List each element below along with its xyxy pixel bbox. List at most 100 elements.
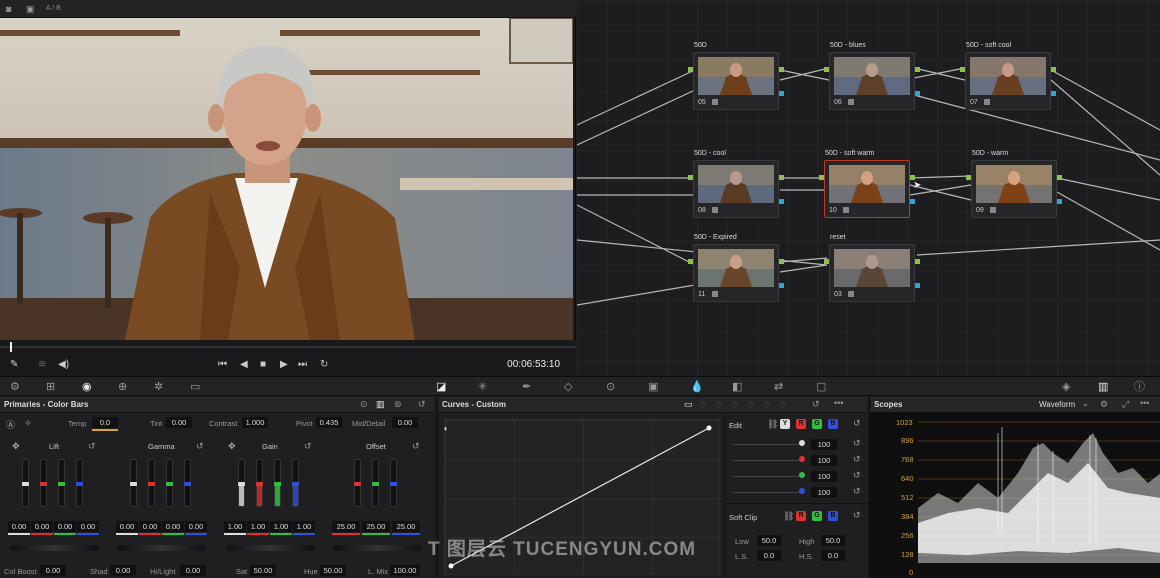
blur-icon[interactable]: 💧 bbox=[690, 380, 704, 394]
window-icon[interactable]: ◇ bbox=[564, 380, 572, 394]
gamma-red-slider[interactable] bbox=[148, 459, 155, 507]
r-intensity-field[interactable]: 100 bbox=[811, 455, 837, 466]
temp-field[interactable]: 0.0 bbox=[92, 417, 118, 428]
eyedropper-icon[interactable]: ✎ bbox=[10, 354, 18, 376]
camera-icon[interactable]: ◙ bbox=[6, 0, 11, 18]
node-03[interactable]: reset 03 bbox=[824, 234, 920, 302]
gamma-master-wheel[interactable] bbox=[118, 545, 206, 551]
stop-icon[interactable]: ■ bbox=[260, 354, 266, 376]
primaries-wheels-icon[interactable]: ⊙ bbox=[360, 399, 368, 410]
color-match-icon[interactable]: ⊞ bbox=[46, 380, 55, 394]
volume-icon[interactable]: ◀) bbox=[58, 354, 69, 376]
b-reset-icon[interactable]: ↺ bbox=[853, 486, 861, 497]
gain-master-wheel[interactable] bbox=[226, 545, 314, 551]
lift-reset-icon[interactable]: ↺ bbox=[88, 441, 96, 452]
step-back-icon[interactable]: ◀ bbox=[240, 354, 248, 376]
node-10[interactable]: 50D - soft warm 10 bbox=[819, 150, 915, 218]
tint-field[interactable]: 0.00 bbox=[166, 417, 192, 428]
lift-master-slider[interactable] bbox=[22, 459, 29, 507]
hs-field[interactable]: 0.0 bbox=[821, 550, 845, 561]
qualifier-icon[interactable]: ✒ bbox=[522, 380, 531, 394]
lift-green-value[interactable]: 0.00 bbox=[54, 521, 76, 532]
g-reset-icon[interactable]: ↺ bbox=[853, 470, 861, 481]
gamma-master-slider[interactable] bbox=[130, 459, 137, 507]
magic-mask-icon[interactable]: ▣ bbox=[648, 380, 658, 394]
gamma-master-value[interactable]: 0.00 bbox=[116, 521, 138, 532]
camera-raw-icon[interactable]: ⚙ bbox=[10, 380, 20, 394]
info-icon[interactable]: ⓘ bbox=[1134, 380, 1145, 394]
contrast-field[interactable]: 1.000 bbox=[242, 417, 268, 428]
scope-more-icon[interactable]: ••• bbox=[1140, 398, 1149, 408]
offset-red-slider[interactable] bbox=[354, 459, 361, 507]
gain-reset-icon[interactable]: ↺ bbox=[304, 441, 312, 452]
gamma-blue-slider[interactable] bbox=[184, 459, 191, 507]
hue-vs-lum-icon[interactable]: ◌ bbox=[732, 399, 737, 409]
low-field[interactable]: 50.0 bbox=[757, 535, 781, 546]
rgb-mixer-icon[interactable]: ✲ bbox=[154, 380, 163, 394]
lmix-field[interactable]: 100.00 bbox=[390, 565, 420, 576]
lift-blue-slider[interactable] bbox=[76, 459, 83, 507]
gain-red-slider[interactable] bbox=[256, 459, 263, 507]
softclip-reset-icon[interactable]: ↺ bbox=[853, 510, 861, 521]
hdr-icon[interactable]: ⊕ bbox=[118, 380, 127, 394]
lift-red-slider[interactable] bbox=[40, 459, 47, 507]
sat-vs-lum-icon[interactable]: ◌ bbox=[780, 399, 785, 409]
pivot-field[interactable]: 0.435 bbox=[316, 417, 342, 428]
more-options-icon[interactable]: ••• bbox=[834, 398, 843, 408]
play-icon[interactable]: ▶ bbox=[280, 354, 288, 376]
gain-green-slider[interactable] bbox=[274, 459, 281, 507]
color-warper-icon[interactable]: ✳ bbox=[478, 380, 487, 394]
offset-red-value[interactable]: 25.00 bbox=[332, 521, 360, 532]
channel-b-toggle[interactable]: B bbox=[828, 419, 838, 429]
gain-green-value[interactable]: 1.00 bbox=[270, 521, 292, 532]
curve-handle-icon[interactable]: ◖ bbox=[443, 424, 448, 433]
skip-forward-icon[interactable]: ⏭ bbox=[298, 354, 307, 376]
node-07[interactable]: 50D - soft cool 07 bbox=[960, 42, 1056, 110]
sizing-icon[interactable]: ⇄ bbox=[774, 380, 783, 394]
playhead[interactable] bbox=[10, 342, 12, 352]
hue-vs-hue-icon[interactable]: ◌ bbox=[700, 399, 705, 409]
clip-icon[interactable]: ▣ bbox=[26, 0, 35, 18]
colboost-field[interactable]: 0.00 bbox=[40, 565, 66, 576]
gamma-reset-icon[interactable]: ↺ bbox=[196, 441, 204, 452]
lift-master-value[interactable]: 0.00 bbox=[8, 521, 30, 532]
gain-red-value[interactable]: 1.00 bbox=[247, 521, 269, 532]
channel-y-toggle[interactable]: Y bbox=[780, 419, 790, 429]
b-intensity-field[interactable]: 100 bbox=[811, 487, 837, 498]
curves-reset-icon[interactable]: ↺ bbox=[812, 399, 820, 410]
node-11[interactable]: 50D - Expired 11 bbox=[688, 234, 784, 302]
node-06[interactable]: 50D - blues 06 bbox=[824, 42, 920, 110]
timeline-scrubber[interactable] bbox=[0, 340, 576, 354]
skip-back-icon[interactable]: ⏮ bbox=[218, 354, 227, 376]
offset-blue-value[interactable]: 25.00 bbox=[392, 521, 420, 532]
offset-master-wheel[interactable] bbox=[334, 545, 422, 551]
high-field[interactable]: 50.0 bbox=[821, 535, 845, 546]
loop-icon[interactable]: ↻ bbox=[320, 354, 328, 376]
hilight-field[interactable]: 0.00 bbox=[180, 565, 206, 576]
gain-blue-slider[interactable] bbox=[292, 459, 299, 507]
shad-field[interactable]: 0.00 bbox=[110, 565, 136, 576]
softclip-g-toggle[interactable]: G bbox=[812, 511, 822, 521]
lift-master-wheel[interactable] bbox=[10, 545, 98, 551]
lightbox-icon[interactable]: ◈ bbox=[1062, 380, 1070, 394]
layers-icon[interactable]: ≋ bbox=[38, 354, 46, 376]
softclip-link-icon[interactable]: ⛓ bbox=[783, 511, 794, 522]
r-reset-icon[interactable]: ↺ bbox=[853, 454, 861, 465]
lift-blue-value[interactable]: 0.00 bbox=[77, 521, 99, 532]
y-intensity-field[interactable]: 100 bbox=[811, 439, 837, 450]
3d-icon[interactable]: ▢ bbox=[816, 380, 826, 394]
expand-icon[interactable]: ⤢ bbox=[1122, 399, 1129, 410]
softclip-b-toggle[interactable]: B bbox=[828, 511, 838, 521]
scope-mode-dropdown[interactable]: Waveform bbox=[1039, 397, 1075, 413]
scope-settings-icon[interactable]: ⚙ bbox=[1100, 399, 1108, 410]
key-icon[interactable]: ◧ bbox=[732, 380, 742, 394]
primaries-bars-icon[interactable]: ▥ bbox=[376, 399, 385, 410]
node-08[interactable]: 50D - cool 08 bbox=[688, 150, 784, 218]
motion-effects-icon[interactable]: ▭ bbox=[190, 380, 200, 394]
middetail-field[interactable]: 0.00 bbox=[392, 417, 418, 428]
channel-r-toggle[interactable]: R bbox=[796, 419, 806, 429]
chevron-down-icon[interactable]: ⌄ bbox=[1082, 399, 1089, 408]
magic-wand-icon[interactable]: ✧ bbox=[24, 418, 32, 429]
hue-vs-sat-icon[interactable]: ◌ bbox=[716, 399, 721, 409]
offset-blue-slider[interactable] bbox=[390, 459, 397, 507]
